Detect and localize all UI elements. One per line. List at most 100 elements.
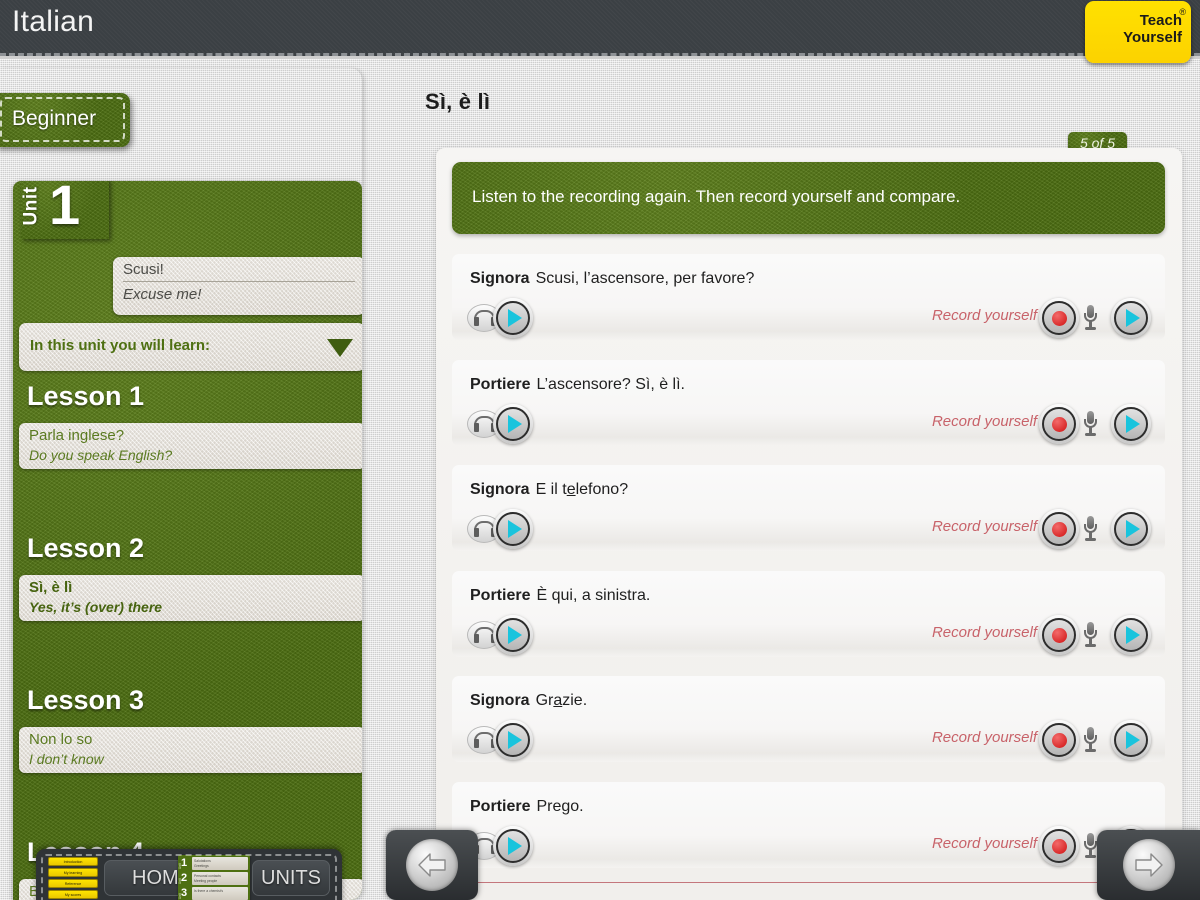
play-audio-button[interactable] [493,403,533,444]
dialogue-speaker: Portiere [470,797,531,815]
bottom-navigation-bar: Introduction My learning Reference My score… [36,849,342,900]
mic-base [1085,327,1096,330]
dialogue-row: Signora Scusi, l’ascensore, per favore? Re… [452,254,1165,340]
lesson-heading-1[interactable]: Lesson 1 [27,381,357,423]
home-thumb-tab: My scores [48,890,98,899]
units-thumb-unit-word: Unit [178,893,182,899]
lesson-title-english: Yes, it’s (over) there [29,599,163,615]
record-yourself-label: Record yourself [931,518,1037,535]
previous-button[interactable] [386,830,478,900]
headphone-cup-left [474,528,479,537]
listen-controls [467,720,533,760]
dialogue-row: Signora Grazie. Record yourself [452,676,1165,762]
record-button[interactable] [1039,509,1079,549]
play-icon [508,625,522,644]
record-yourself-label: Record yourself [931,412,1037,430]
exercise-card: Listen to the recording again. Then reco… [436,148,1182,900]
dialogue-row: Portiere L’ascensore? Sì, è lì. Record you… [452,359,1165,446]
playback-recording-button[interactable] [1111,509,1151,549]
units-thumb-line-2: Meeting people [194,878,218,883]
microphone-icon [1083,832,1097,859]
chevron-down-icon [327,339,353,357]
units-thumbnail-icon: Unit 1 Salutations Greetings Unit 2 Personal c… [178,855,250,900]
unit-word: Unit [20,186,42,226]
dialogue-row: Portiere È qui, a sinistra. Record yoursel… [452,570,1165,657]
units-thumb-number: 2 [181,872,188,884]
record-icon [1052,311,1067,326]
dialogue-text: Portiere Prego. [470,798,584,816]
home-thumbnail-icon: Introduction My learning Reference My score… [45,857,101,900]
lesson-title-italian: Sì, è lì [29,579,73,596]
lesson-heading-2[interactable]: Lesson 2 [27,533,357,575]
play-icon [508,414,522,433]
teach-yourself-logo[interactable]: ® Teach Yourself [1085,1,1191,63]
play-icon [1126,731,1140,749]
record-button[interactable] [1039,720,1079,760]
record-yourself-label: Record yourself [931,729,1037,746]
lesson-heading-3[interactable]: Lesson 3 [27,685,357,727]
level-tab-beginner[interactable]: Beginner [0,93,130,147]
microphone-icon [1083,410,1097,437]
record-button[interactable] [1039,825,1079,866]
units-thumb-line-2: Greetings [194,863,209,868]
headphone-cup-left [474,739,479,748]
microphone-icon [1083,516,1097,542]
lesson-item-2[interactable]: Sì, è lì Yes, it’s (over) there [19,575,362,621]
lesson-item-3[interactable]: Non lo so I don’t know [19,727,362,773]
dialogue-speaker: Portiere [470,375,531,393]
next-button[interactable] [1097,830,1200,900]
play-icon [1126,414,1140,433]
in-this-unit-label: In this unit you will learn: [30,337,211,354]
playback-recording-button[interactable] [1111,720,1151,760]
app-header: Italian ® Teach Yourself [0,0,1200,63]
unit-title-box[interactable]: Scusi! Excuse me! [113,257,362,315]
units-thumb-line-1: Salutations [194,858,211,863]
home-button[interactable]: HOME [104,860,220,896]
units-button[interactable]: UNITS [252,860,330,896]
play-audio-button[interactable] [493,614,533,655]
dialogue-text: Signora Scusi, l’ascensore, per favore? [470,270,754,288]
mic-base [1085,643,1096,647]
dialogue-line: E il telefono? [535,481,629,498]
playback-recording-button[interactable] [1111,614,1151,655]
dialogue-line: Prego. [536,797,584,815]
record-icon [1052,733,1067,748]
microphone-icon [1083,621,1097,648]
play-audio-button[interactable] [493,720,533,760]
instruction-banner: Listen to the recording again. Then reco… [452,162,1165,234]
lesson-item-1[interactable]: Parla inglese? Do you speak English? [19,423,362,469]
units-thumb-row: Is there a chemist's [192,887,248,900]
play-icon [508,731,522,749]
play-audio-button[interactable] [493,825,533,866]
home-thumb-tab: Introduction [48,857,98,866]
play-audio-button[interactable] [493,298,533,338]
record-icon [1052,627,1067,643]
listen-controls [467,403,533,444]
level-label: Beginner [12,107,97,130]
playback-recording-button[interactable] [1111,298,1151,338]
play-icon [1126,625,1140,644]
play-icon [508,309,522,327]
record-button[interactable] [1039,614,1079,655]
unit-title-italian: Scusi! [123,261,355,282]
record-yourself-label: Record yourself [931,623,1037,641]
record-button[interactable] [1039,403,1079,444]
logo-line-1: Teach [1139,12,1182,29]
unit-number: 1 [49,181,81,236]
home-thumb-tab: Reference [48,879,98,888]
playback-recording-button[interactable] [1111,403,1151,444]
play-icon [508,520,522,538]
play-icon [1126,309,1140,327]
units-thumb-number: 1 [181,857,188,869]
microphone-icon [1083,305,1097,331]
logo-text: Teach Yourself [1123,12,1182,46]
in-this-unit-toggle[interactable]: In this unit you will learn: [19,323,362,371]
unit-title-english: Excuse me! [123,286,202,303]
units-thumb-line-1: Personal contacts [194,873,221,878]
dialogue-line: Grazie. [535,692,588,709]
record-button[interactable] [1039,298,1079,338]
app-stage: Beginner Unit 1 Scusi! Excuse me! In thi… [0,59,1200,900]
unit-number-flag: Unit 1 [20,181,109,239]
play-audio-button[interactable] [493,509,533,549]
record-icon [1052,522,1067,537]
